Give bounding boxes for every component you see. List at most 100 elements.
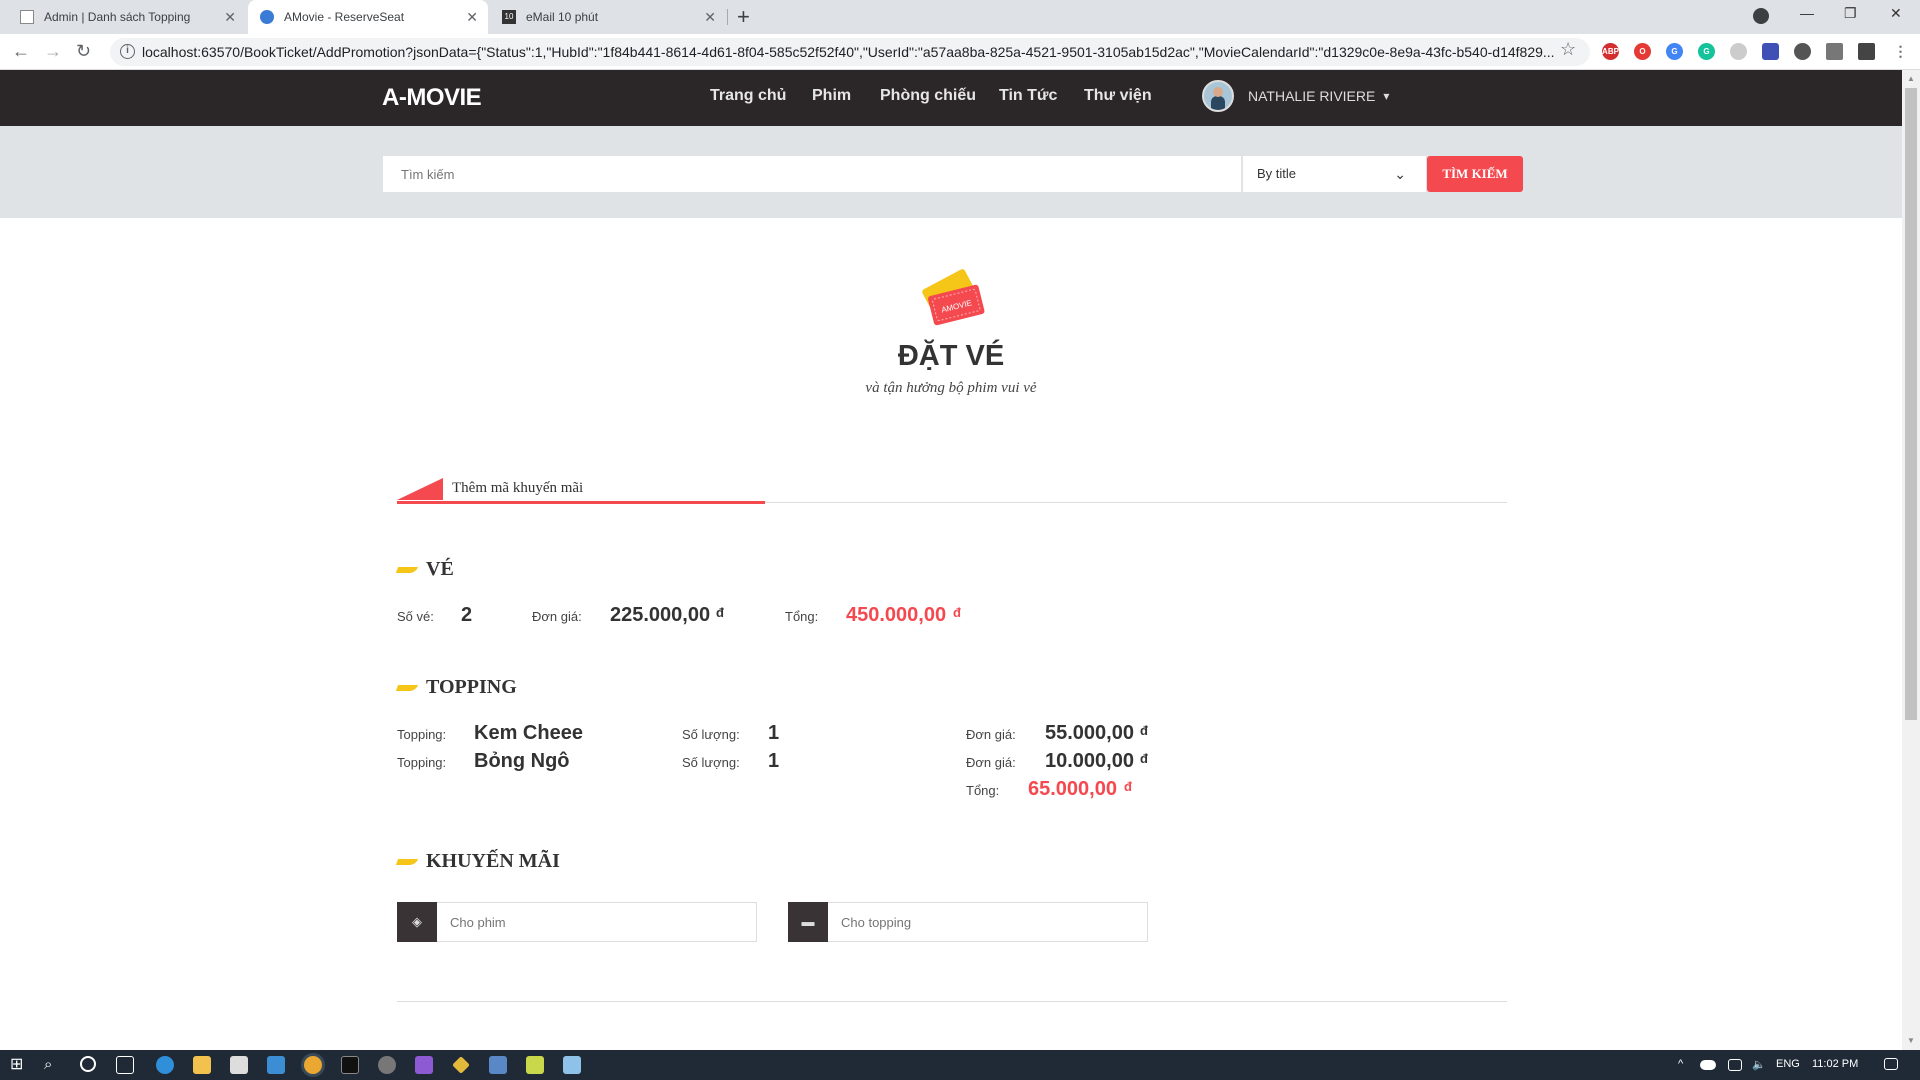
close-icon[interactable]: ✕ <box>466 9 478 26</box>
search-button[interactable]: TÌM KIẾM <box>1427 156 1523 192</box>
nav-home[interactable]: Trang chủ <box>710 87 786 105</box>
food-icon: ▬ <box>788 902 828 942</box>
reload-icon[interactable]: ↻ <box>76 41 91 62</box>
currency-symbol: đ <box>1140 751 1148 766</box>
topping-name: Kem Cheee <box>474 722 583 744</box>
bookmark-star-icon[interactable]: ☆ <box>1560 39 1576 60</box>
nav-rooms[interactable]: Phòng chiếu <box>880 87 976 105</box>
tray-chevron-icon[interactable]: ^ <box>1678 1058 1683 1070</box>
currency-symbol: đ <box>1124 779 1132 794</box>
windows-start-icon[interactable]: ⊞ <box>10 1056 28 1074</box>
movie-promo-input[interactable] <box>450 912 740 932</box>
window-close-icon[interactable]: ✕ <box>1890 5 1902 22</box>
ticket-price-label: Đơn giá: <box>532 609 582 624</box>
browser-tab-bar: Admin | Danh sách Topping ✕ AMovie - Res… <box>0 0 1920 34</box>
extensions-icon[interactable] <box>1794 43 1811 60</box>
topping-name: Bỏng Ngô <box>474 750 570 772</box>
cortana-icon[interactable] <box>80 1056 96 1072</box>
visual-studio-icon[interactable] <box>415 1056 433 1074</box>
onedrive-icon[interactable] <box>1700 1060 1716 1070</box>
address-bar[interactable]: i localhost:63570/BookTicket/AddPromotio… <box>110 38 1590 66</box>
browser-tab[interactable]: 10 eMail 10 phút ✕ <box>490 0 726 34</box>
search-icon[interactable]: ⌕ <box>44 1056 62 1074</box>
store-icon[interactable] <box>230 1056 248 1074</box>
task-view-icon[interactable] <box>116 1056 134 1074</box>
promotion-section-heading: KHUYẾN MÃI <box>395 850 560 873</box>
edge-icon[interactable] <box>156 1056 174 1074</box>
browser-menu-icon[interactable]: ⋮ <box>1892 43 1909 60</box>
webstorm-icon[interactable] <box>341 1056 359 1074</box>
profile-icon[interactable] <box>1753 8 1769 24</box>
file-explorer-icon[interactable] <box>193 1056 211 1074</box>
notifications-icon[interactable] <box>1884 1058 1898 1070</box>
browser-tab[interactable]: Admin | Danh sách Topping ✕ <box>8 0 246 34</box>
tab-title: eMail 10 phút <box>526 10 599 24</box>
windows-taskbar: ⊞ ⌕ ^ 🔈 ENG 11:02 PM <box>0 1050 1920 1080</box>
opera-icon[interactable]: O <box>1634 43 1651 60</box>
tab-marker <box>397 478 443 500</box>
search-mode-select[interactable]: By title ⌄ <box>1242 156 1426 192</box>
translate-icon[interactable]: G <box>1666 43 1683 60</box>
app-icon[interactable] <box>378 1056 396 1074</box>
ticket-total: 450.000,00 <box>846 604 947 626</box>
chevron-down-icon: ▾ <box>1383 89 1390 103</box>
tab-title: Admin | Danh sách Topping <box>44 10 191 24</box>
reading-list-icon[interactable] <box>1826 43 1843 60</box>
messenger-icon[interactable] <box>1762 43 1779 60</box>
page-title: ĐẶT VÉ <box>897 340 1005 372</box>
chrome-icon[interactable] <box>304 1056 322 1074</box>
scroll-up-icon[interactable]: ▲ <box>1907 74 1915 83</box>
topping-total-label: Tổng: <box>966 783 1000 798</box>
site-info-icon[interactable]: i <box>120 44 135 59</box>
section-mark <box>395 684 419 691</box>
forward-icon[interactable]: → <box>44 41 62 62</box>
new-tab-icon[interactable]: + <box>737 4 750 30</box>
app-icon[interactable] <box>489 1056 507 1074</box>
app-icon[interactable] <box>452 1056 470 1074</box>
search-mode-value: By title <box>1257 166 1297 181</box>
topping-promo-field: ▬ <box>788 902 1148 942</box>
topping-qty-label: Số lượng: <box>682 727 740 742</box>
ticket-count: 2 <box>461 604 473 626</box>
site-logo[interactable]: A-MOVIE <box>382 84 482 112</box>
mail-icon[interactable] <box>267 1056 285 1074</box>
section-title-text: KHUYẾN MÃI <box>426 850 560 872</box>
section-mark <box>395 566 419 573</box>
nav-news[interactable]: Tin Tức <box>999 87 1057 105</box>
language-indicator[interactable]: ENG <box>1776 1058 1800 1070</box>
grammarly-icon[interactable]: G <box>1698 43 1715 60</box>
topping-price-label: Đơn giá: <box>966 727 1016 742</box>
network-icon[interactable] <box>1728 1059 1742 1071</box>
user-name: NATHALIE RIVIERE <box>1248 88 1376 104</box>
user-menu[interactable]: NATHALIE RIVIERE ▾ <box>1202 80 1389 112</box>
topping-price: 10.000,00 <box>1045 750 1134 772</box>
divider <box>397 1001 1507 1002</box>
page-scrollbar[interactable]: ▲ ▼ <box>1902 70 1920 1050</box>
notepad-icon[interactable] <box>563 1056 581 1074</box>
browser-tab-active[interactable]: AMovie - ReserveSeat ✕ <box>248 0 488 34</box>
app-icon[interactable] <box>526 1056 544 1074</box>
minimize-icon[interactable]: — <box>1800 5 1814 21</box>
clock[interactable]: 11:02 PM <box>1812 1058 1858 1070</box>
url-text: localhost:63570/BookTicket/AddPromotion?… <box>142 44 1555 60</box>
site-header: A-MOVIE Trang chủ Phim Phòng chiếu Tin T… <box>0 70 1902 126</box>
close-icon[interactable]: ✕ <box>224 9 236 26</box>
timer-icon[interactable] <box>1730 43 1747 60</box>
scroll-thumb[interactable] <box>1905 88 1917 720</box>
search-input[interactable] <box>383 156 1241 192</box>
section-title-text: TOPPING <box>426 676 517 698</box>
restore-icon[interactable]: ❐ <box>1844 5 1857 22</box>
volume-icon[interactable]: 🔈 <box>1752 1058 1766 1071</box>
topping-promo-input[interactable] <box>841 912 1131 932</box>
adblock-icon[interactable]: ABP <box>1602 43 1619 60</box>
devtools-icon[interactable] <box>1858 43 1875 60</box>
scroll-down-icon[interactable]: ▼ <box>1907 1036 1915 1045</box>
amovie-icon <box>260 10 274 24</box>
back-icon[interactable]: ← <box>12 41 30 62</box>
topping-section-heading: TOPPING <box>395 676 517 699</box>
currency-symbol: đ <box>716 605 724 620</box>
nav-movies[interactable]: Phim <box>812 87 851 105</box>
nav-library[interactable]: Thư viện <box>1084 87 1152 105</box>
close-icon[interactable]: ✕ <box>704 9 716 26</box>
topping-total: 65.000,00 <box>1028 778 1117 800</box>
